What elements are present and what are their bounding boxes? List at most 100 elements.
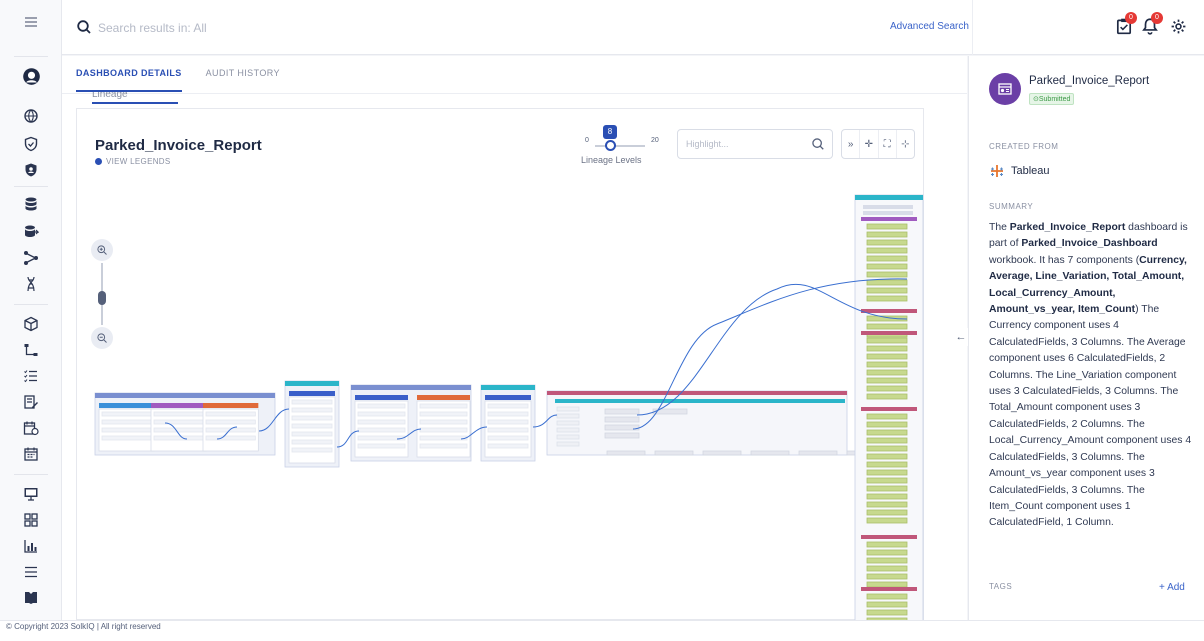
lineage-green-field[interactable] bbox=[866, 549, 908, 556]
lineage-field[interactable] bbox=[556, 420, 580, 426]
lineage-field[interactable] bbox=[291, 447, 333, 453]
lineage-field[interactable] bbox=[606, 450, 646, 456]
lineage-green-field[interactable] bbox=[866, 477, 908, 484]
lineage-field[interactable] bbox=[291, 399, 333, 405]
lineage-field[interactable] bbox=[291, 423, 333, 429]
lineage-green-field[interactable] bbox=[866, 501, 908, 508]
shield-check-icon[interactable] bbox=[21, 134, 41, 154]
lineage-green-field[interactable] bbox=[866, 573, 908, 580]
fit-view-icon[interactable]: ⊹ bbox=[897, 130, 914, 158]
lineage-green-field[interactable] bbox=[866, 453, 908, 460]
lineage-green-field[interactable] bbox=[866, 593, 908, 600]
lineage-field[interactable] bbox=[101, 411, 152, 417]
add-tag-button[interactable]: + Add bbox=[1159, 582, 1185, 593]
lineage-green-field[interactable] bbox=[866, 255, 908, 262]
fullscreen-icon[interactable]: ⛶ bbox=[879, 130, 897, 158]
lineage-field[interactable] bbox=[654, 450, 694, 456]
lineage-field[interactable] bbox=[556, 406, 580, 412]
lineage-green-field[interactable] bbox=[866, 493, 908, 500]
lineage-green-field[interactable] bbox=[866, 377, 908, 384]
lineage-table-header[interactable] bbox=[289, 391, 335, 396]
bar-chart-icon[interactable] bbox=[21, 536, 41, 556]
lineage-green-field[interactable] bbox=[866, 509, 908, 516]
settings-button[interactable] bbox=[1166, 14, 1190, 38]
tab-dashboard-details[interactable]: DASHBOARD DETAILS bbox=[76, 68, 182, 92]
lineage-field[interactable] bbox=[357, 443, 406, 449]
lineage-field[interactable] bbox=[604, 432, 640, 439]
view-legends-link[interactable]: VIEW LEGENDS bbox=[95, 157, 171, 166]
lineage-node-header[interactable] bbox=[351, 385, 471, 390]
lineage-green-field[interactable] bbox=[866, 565, 908, 572]
global-search-input[interactable] bbox=[98, 17, 598, 39]
lineage-field[interactable] bbox=[419, 403, 468, 409]
lineage-section-header[interactable] bbox=[861, 587, 917, 591]
lineage-table-header[interactable] bbox=[355, 395, 408, 400]
lineage-field[interactable] bbox=[604, 416, 640, 423]
lineage-field[interactable] bbox=[556, 427, 580, 433]
list-icon[interactable] bbox=[21, 562, 41, 582]
lineage-field[interactable] bbox=[291, 407, 333, 413]
lineage-green-field[interactable] bbox=[866, 369, 908, 376]
lineage-field[interactable] bbox=[556, 413, 580, 419]
lineage-green-field[interactable] bbox=[866, 247, 908, 254]
lineage-field[interactable] bbox=[205, 419, 256, 425]
lineage-table-header[interactable] bbox=[151, 403, 207, 408]
lineage-field[interactable] bbox=[487, 419, 529, 425]
lineage-field[interactable] bbox=[153, 427, 204, 433]
zoom-out-button[interactable] bbox=[91, 327, 113, 349]
lineage-field[interactable] bbox=[487, 427, 529, 433]
lineage-field[interactable] bbox=[291, 415, 333, 421]
lineage-node-header[interactable] bbox=[285, 381, 339, 386]
center-graph-icon[interactable]: ✛ bbox=[860, 130, 879, 158]
lineage-green-field[interactable] bbox=[866, 469, 908, 476]
zoom-knob[interactable] bbox=[98, 291, 106, 305]
calendar-clock-icon[interactable] bbox=[21, 418, 41, 438]
edit-list-icon[interactable] bbox=[21, 392, 41, 412]
database-icon[interactable] bbox=[21, 194, 41, 214]
tab-audit-history[interactable]: AUDIT HISTORY bbox=[206, 68, 280, 92]
lineage-field[interactable] bbox=[101, 427, 152, 433]
lineage-node-header[interactable] bbox=[481, 385, 535, 390]
lineage-green-field[interactable] bbox=[866, 345, 908, 352]
lineage-green-field[interactable] bbox=[866, 263, 908, 270]
lineage-table[interactable] bbox=[288, 396, 336, 464]
lineage-field[interactable] bbox=[357, 403, 406, 409]
shield-user-icon[interactable] bbox=[21, 160, 41, 180]
tasks-button[interactable]: 0 bbox=[1112, 12, 1137, 38]
lineage-field[interactable] bbox=[487, 435, 529, 441]
highlight-input[interactable] bbox=[686, 137, 806, 151]
zoom-in-button[interactable] bbox=[91, 239, 113, 261]
lineage-green-field[interactable] bbox=[866, 337, 908, 344]
lineage-node-header[interactable] bbox=[855, 195, 923, 200]
lineage-table-header[interactable] bbox=[99, 403, 155, 408]
lineage-green-field[interactable] bbox=[866, 361, 908, 368]
lineage-field[interactable] bbox=[101, 435, 152, 441]
lineage-green-field[interactable] bbox=[866, 239, 908, 246]
lineage-green-field[interactable] bbox=[866, 223, 908, 230]
app-logo-icon[interactable] bbox=[21, 66, 41, 86]
lineage-field[interactable] bbox=[487, 411, 529, 417]
lineage-field[interactable] bbox=[556, 441, 580, 447]
lineage-table-header[interactable] bbox=[203, 403, 259, 408]
lineage-levels-slider[interactable]: 0 8 20 Lineage Levels bbox=[581, 123, 661, 167]
lineage-field[interactable] bbox=[153, 419, 204, 425]
lineage-field[interactable] bbox=[863, 211, 913, 215]
lineage-section-header[interactable] bbox=[861, 309, 917, 313]
lineage-field[interactable] bbox=[750, 450, 790, 456]
lineage-field[interactable] bbox=[419, 419, 468, 425]
lineage-green-field[interactable] bbox=[866, 295, 908, 302]
lineage-green-field[interactable] bbox=[866, 485, 908, 492]
lineage-green-field[interactable] bbox=[866, 271, 908, 278]
lineage-field[interactable] bbox=[153, 411, 204, 417]
lineage-flow-icon[interactable] bbox=[21, 248, 41, 268]
lineage-field[interactable] bbox=[357, 419, 406, 425]
lineage-field[interactable] bbox=[291, 439, 333, 445]
lineage-node-header[interactable] bbox=[95, 393, 275, 398]
hamburger-menu-icon[interactable] bbox=[21, 12, 41, 32]
lineage-green-field[interactable] bbox=[866, 287, 908, 294]
lineage-green-field[interactable] bbox=[866, 609, 908, 616]
lineage-table-header[interactable] bbox=[417, 395, 470, 400]
search-icon[interactable] bbox=[76, 19, 92, 35]
lineage-section-header[interactable] bbox=[861, 331, 917, 335]
lineage-green-field[interactable] bbox=[866, 353, 908, 360]
